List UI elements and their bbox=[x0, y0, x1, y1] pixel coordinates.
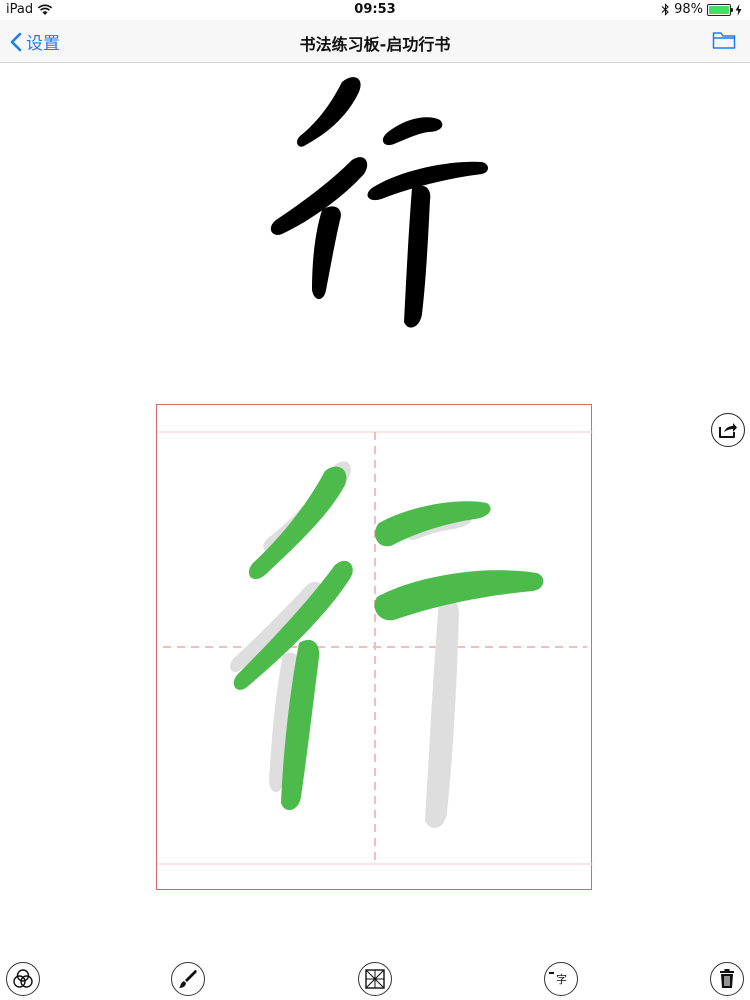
grid-toggle-button[interactable] bbox=[358, 962, 392, 996]
share-icon bbox=[719, 423, 737, 438]
battery-fill bbox=[709, 5, 729, 14]
color-circles-button[interactable] bbox=[6, 962, 40, 996]
grid-icon bbox=[365, 969, 385, 989]
practice-grid[interactable] bbox=[156, 404, 593, 891]
status-time: 09:53 bbox=[354, 2, 396, 17]
charging-icon bbox=[735, 3, 742, 16]
color-circles-icon bbox=[13, 969, 33, 988]
navigation-bar: 设置 书法练习板-启功行书 bbox=[0, 20, 750, 63]
bluetooth-icon bbox=[661, 3, 669, 16]
single-char-button[interactable]: 字 bbox=[544, 962, 578, 996]
status-right: 98% bbox=[661, 2, 742, 17]
single-char-icon: 字 bbox=[549, 970, 573, 988]
practice-canvas[interactable] bbox=[157, 405, 593, 891]
reference-stroke bbox=[404, 185, 431, 328]
folder-icon bbox=[712, 32, 736, 49]
brush-icon bbox=[179, 970, 197, 988]
reference-stroke bbox=[382, 117, 443, 146]
reference-character bbox=[270, 77, 488, 328]
battery-percent: 98% bbox=[674, 2, 703, 17]
status-bar: iPad 09:53 98% bbox=[0, 0, 750, 20]
folder-button[interactable] bbox=[712, 30, 736, 54]
reference-stroke bbox=[297, 77, 361, 147]
trash-button[interactable] bbox=[710, 962, 744, 996]
brush-button[interactable] bbox=[171, 962, 205, 996]
page-title: 书法练习板-启功行书 bbox=[299, 35, 451, 54]
reference-stroke bbox=[312, 206, 341, 299]
share-button[interactable] bbox=[711, 413, 745, 447]
single-char-label: 字 bbox=[556, 973, 567, 986]
trash-icon bbox=[720, 969, 734, 988]
battery-icon bbox=[707, 3, 733, 16]
